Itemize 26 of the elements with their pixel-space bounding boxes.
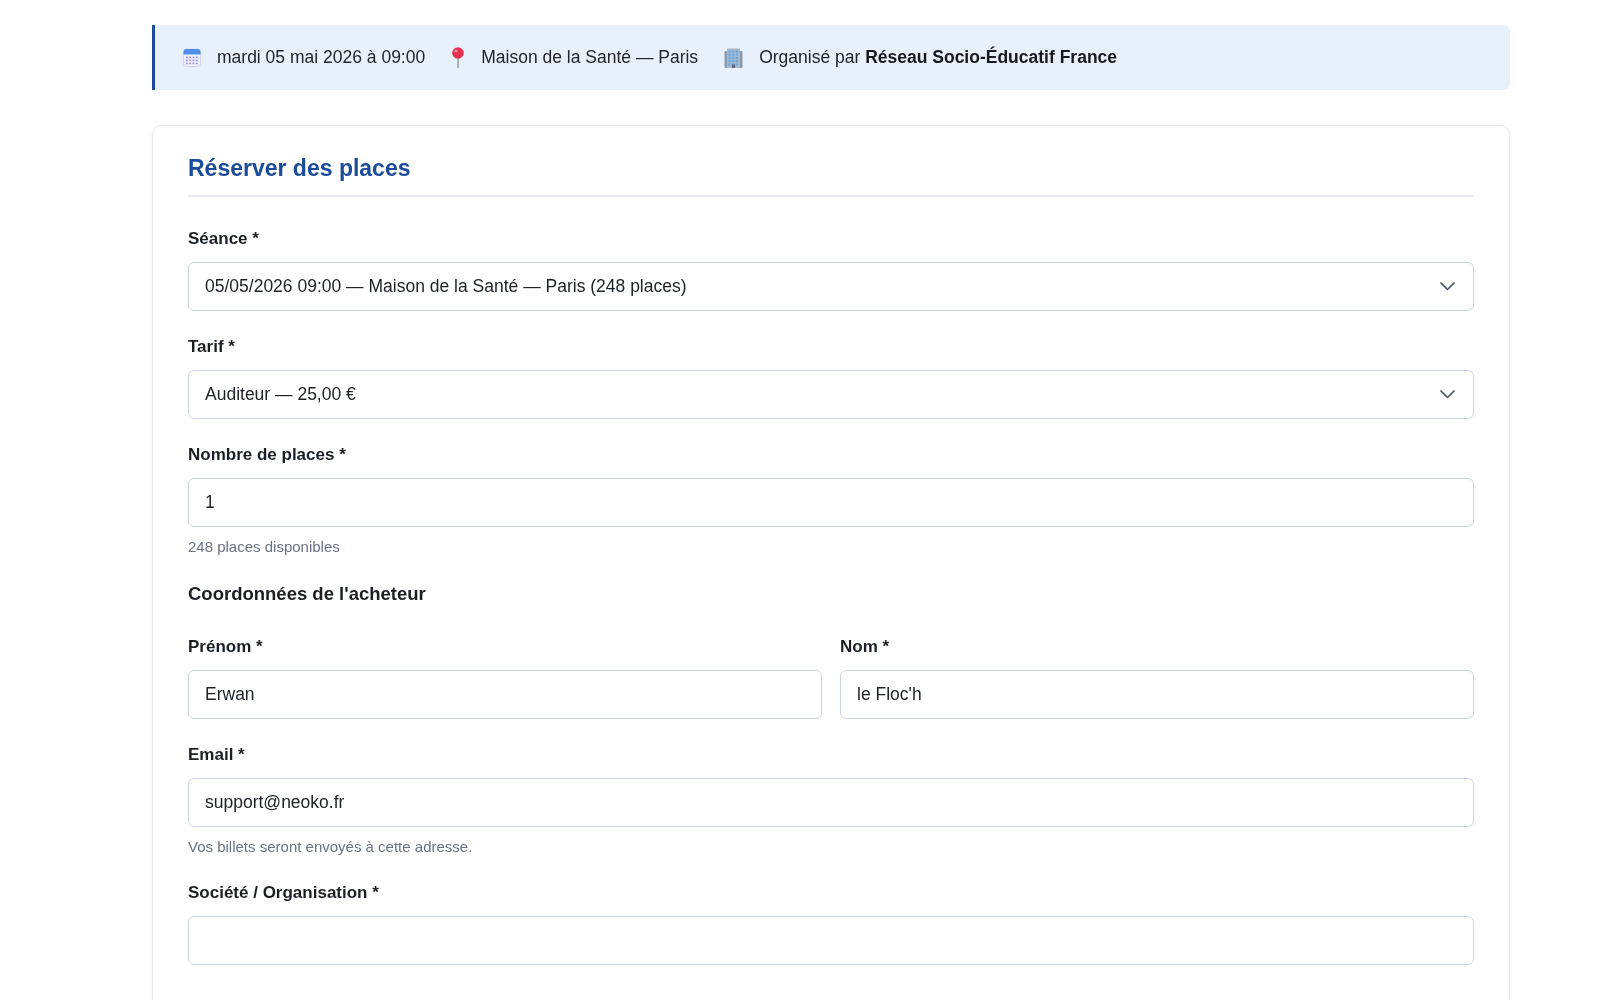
field-label: Tarif * <box>188 336 236 358</box>
input-field[interactable]: Erwan <box>188 670 822 719</box>
input-field[interactable]: le Floc'h <box>840 670 1474 719</box>
pushpin-icon <box>451 47 466 68</box>
section-heading: Coordonnées de l'acheteur <box>188 582 427 606</box>
office-building-icon <box>724 47 744 68</box>
field-label: Séance * <box>188 228 260 250</box>
input-field[interactable]: 1 <box>188 478 1474 527</box>
form-title: Réserver des places <box>188 152 1474 197</box>
hint-text: 248 places disponibles <box>188 537 341 557</box>
event-location: Maison de la Santé — Paris <box>481 47 699 68</box>
field-label: Nombre de places * <box>188 444 347 466</box>
field-label: Email * <box>188 744 246 766</box>
event-organizer: Organisé par Réseau Socio-Éducatif France <box>759 47 1118 68</box>
chevron-down-icon <box>1440 390 1455 399</box>
field-label: Prénom * <box>188 636 264 658</box>
hint-text: Vos billets seront envoyés à cette adresse. <box>188 837 474 857</box>
chevron-down-icon <box>1440 282 1455 291</box>
input-field[interactable] <box>188 916 1474 965</box>
event-date: mardi 05 mai 2026 à 09:00 <box>217 47 426 68</box>
dropdown-field[interactable]: 05/05/2026 09:00 — Maison de la Santé — Paris (248 places) <box>188 262 1474 311</box>
dropdown-field[interactable]: Auditeur — 25,00 € <box>188 370 1474 419</box>
field-label: Société / Organisation * <box>188 882 380 904</box>
field-label: Nom * <box>840 636 891 658</box>
calendar-icon <box>183 48 201 67</box>
input-field[interactable]: support@neoko.fr <box>188 778 1474 827</box>
